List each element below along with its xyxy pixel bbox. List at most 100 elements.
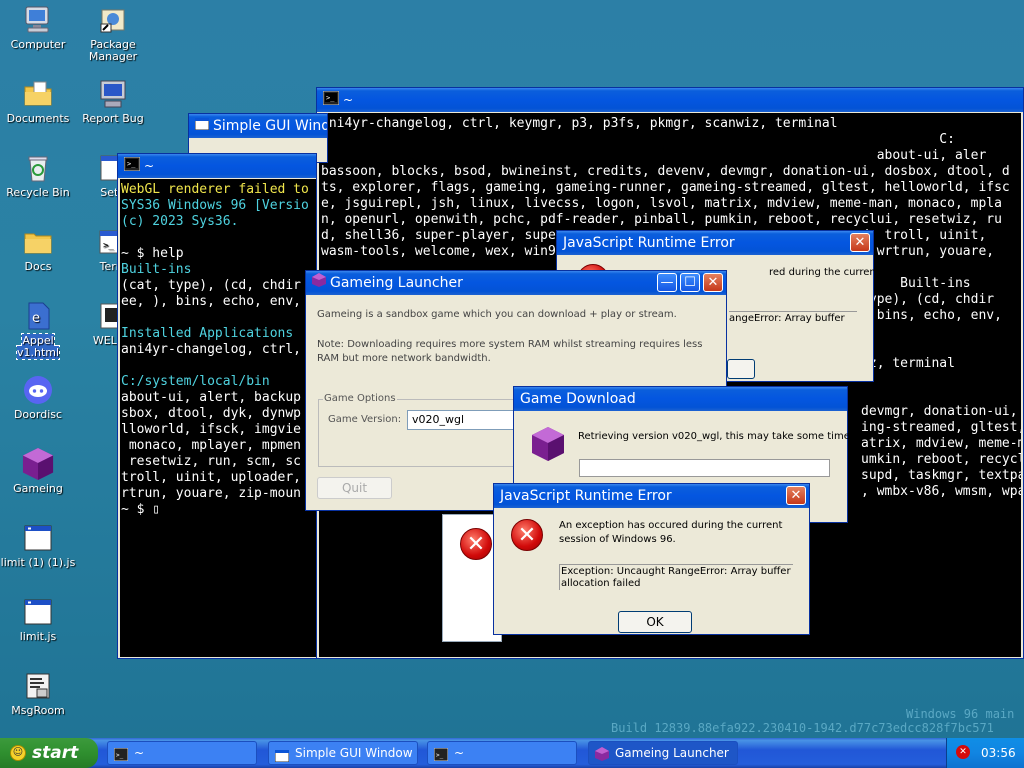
js-file-icon bbox=[0, 596, 76, 628]
desktop-icon[interactable]: Docs bbox=[0, 226, 76, 273]
terminal-line: about-ui, alert, backup bbox=[121, 390, 302, 405]
ok-button-hidden[interactable] bbox=[727, 359, 755, 379]
exception-text: Exception: Uncaught RangeError: Array bu… bbox=[559, 564, 793, 590]
title-bar[interactable]: Game Download bbox=[514, 387, 847, 411]
error-dialog-front[interactable]: JavaScript Runtime Error ✕ ✕ An exceptio… bbox=[493, 483, 810, 635]
terminal-icon: >_ bbox=[433, 746, 449, 764]
title-bar[interactable]: >_ ~ bbox=[118, 154, 316, 178]
error-message: red during the current bbox=[769, 267, 880, 278]
error-icon: ✕ bbox=[511, 519, 543, 551]
desktop-icon-label: MsgRoom bbox=[11, 704, 65, 717]
terminal-icon: >_ bbox=[123, 155, 141, 179]
title-bar[interactable]: >_ ~ bbox=[317, 88, 1023, 112]
terminal-line: ani4yr-changelog, ctrl, bbox=[121, 342, 302, 357]
terminal-output[interactable]: WebGL renderer failed to SYS36 Windows 96… bbox=[120, 179, 316, 657]
window-title: Simple GUI Windo bbox=[213, 118, 327, 134]
taskbar-item-gameing-launcher[interactable]: Gameing Launcher bbox=[588, 741, 738, 765]
desktop-icon-label: limit (1) (1).js bbox=[0, 556, 76, 569]
terminal-line: (cat, type), (cd, chdir bbox=[121, 278, 302, 293]
start-label: start bbox=[32, 743, 79, 763]
desktop-icon[interactable]: limit.js bbox=[0, 596, 76, 643]
error-message: An exception has occured during the curr… bbox=[559, 520, 783, 545]
computer-icon bbox=[0, 4, 76, 36]
desktop-icon[interactable]: Doordisc bbox=[0, 374, 76, 421]
svg-text:>_: >_ bbox=[103, 241, 114, 251]
terminal-line: WebGL renderer failed to bbox=[121, 182, 309, 197]
terminal-line: monaco, mplayer, mpmen bbox=[121, 438, 302, 453]
desktop-icon[interactable]: limit (1) (1).js bbox=[0, 522, 76, 569]
close-button[interactable]: ✕ bbox=[786, 486, 806, 505]
clock: 03:56 bbox=[981, 746, 1016, 760]
terminal-line: rtrun, youare, zip-moun bbox=[121, 486, 302, 501]
title-bar[interactable]: JavaScript Runtime Error ✕ bbox=[557, 231, 873, 255]
gameing-icon bbox=[0, 448, 76, 480]
title-bar[interactable]: Simple GUI Windo bbox=[189, 114, 327, 138]
maximize-button[interactable]: ☐ bbox=[680, 273, 700, 292]
desktop-icon[interactable]: Computer bbox=[0, 4, 76, 51]
taskbar-item-terminal-1[interactable]: >_ ~ bbox=[107, 741, 257, 765]
terminal-line: Installed Applications bbox=[121, 326, 294, 341]
svg-text:>_: >_ bbox=[127, 160, 136, 168]
terminal-line: (c) 2023 Sys36. bbox=[121, 214, 239, 229]
desktop-icon[interactable]: MsgRoom bbox=[0, 670, 76, 717]
terminal-line: ~ $ ▯ bbox=[121, 502, 161, 517]
window-title: Game Download bbox=[520, 391, 636, 407]
desktop-icon[interactable]: Documents bbox=[0, 78, 76, 125]
terminal-line: ee, ), bins, echo, env, bbox=[121, 294, 302, 309]
start-button[interactable]: ☺ start bbox=[0, 738, 98, 768]
game-version-label: Game Version: bbox=[328, 414, 402, 425]
taskbar-item-simple-gui[interactable]: Simple GUI Window bbox=[268, 741, 418, 765]
terminal-line: lloworld, ifsck, imgvie bbox=[121, 422, 302, 437]
desktop-icon-label: Computer bbox=[10, 38, 66, 51]
desktop-icon[interactable]: Report Bug bbox=[75, 78, 151, 125]
download-progress-bar bbox=[579, 459, 830, 477]
terminal-window-front[interactable]: >_ ~ WebGL renderer failed to SYS36 Window… bbox=[117, 153, 317, 659]
quit-button[interactable]: Quit bbox=[317, 477, 392, 499]
close-button[interactable]: ✕ bbox=[850, 233, 870, 252]
desktop-icon-label: Appel v1.html bbox=[15, 333, 61, 360]
taskbar-item-label: Simple GUI Window bbox=[295, 746, 413, 760]
launcher-description: Gameing is a sandbox game which you can … bbox=[317, 309, 677, 320]
terminal-line: resetwiz, run, scm, sc bbox=[121, 454, 302, 469]
desktop-icon-label: Docs bbox=[24, 260, 52, 273]
desktop-icon[interactable]: e Appel v1.html bbox=[0, 300, 76, 360]
desktop-icon-label: Report Bug bbox=[82, 112, 144, 125]
taskbar: ☺ start >_ ~ Simple GUI Window >_ ~ Game… bbox=[0, 738, 1024, 768]
title-bar[interactable]: JavaScript Runtime Error ✕ bbox=[494, 484, 809, 508]
window-title: ~ bbox=[144, 159, 155, 173]
svg-text:>_: >_ bbox=[436, 752, 444, 759]
desktop-icon-label: Recycle Bin bbox=[6, 186, 70, 199]
js-file-icon bbox=[0, 522, 76, 554]
download-message: Retrieving version v020_wgl, this may ta… bbox=[578, 431, 860, 442]
taskbar-item-label: Gameing Launcher bbox=[615, 746, 729, 760]
terminal-line: e, jsguirepl, jsh, linux, livecss, logon… bbox=[321, 196, 1002, 211]
terminal-line: n, openurl, openwith, pchc, pdf-reader, … bbox=[321, 212, 1002, 227]
report-bug-icon bbox=[75, 78, 151, 110]
desktop-icon-label: Documents bbox=[6, 112, 70, 125]
game-version-select[interactable]: v020_wgl bbox=[407, 410, 517, 430]
desktop-icon-label: Package Manager bbox=[88, 38, 138, 63]
desktop-icon[interactable]: Package Manager bbox=[75, 4, 151, 63]
error-tray-icon[interactable]: ✕ bbox=[956, 745, 970, 759]
taskbar-item-terminal-2[interactable]: >_ ~ bbox=[427, 741, 577, 765]
ok-button[interactable]: OK bbox=[618, 611, 692, 633]
msgroom-icon bbox=[0, 670, 76, 702]
desktop-icon[interactable]: Gameing bbox=[0, 448, 76, 495]
desktop-icon-label: Gameing bbox=[13, 482, 63, 495]
terminal-line: troll, uinit, uploader, bbox=[121, 470, 302, 485]
window-app-icon bbox=[274, 747, 290, 764]
window-title: ~ bbox=[343, 93, 354, 107]
version-watermark-line1: Windows 96 main bbox=[906, 707, 1015, 721]
desktop-icon[interactable]: Recycle Bin bbox=[0, 152, 76, 199]
title-bar[interactable]: Gameing Launcher — ☐ ✕ bbox=[306, 271, 726, 295]
system-tray: ✕ 03:56 bbox=[946, 738, 1024, 768]
desktop-icon-label: Doordisc bbox=[13, 408, 63, 421]
window-title: JavaScript Runtime Error bbox=[563, 235, 735, 251]
close-button[interactable]: ✕ bbox=[703, 273, 723, 292]
html-file-icon: e bbox=[0, 300, 76, 332]
minimize-button[interactable]: — bbox=[657, 273, 677, 292]
group-label: Game Options bbox=[323, 393, 397, 404]
